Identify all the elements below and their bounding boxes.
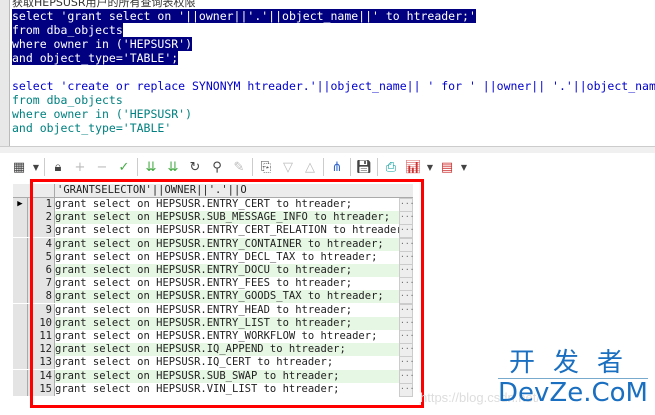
editor-line[interactable]: where owner in ('HEPSUSR')	[12, 107, 192, 121]
row-indicator	[13, 250, 28, 264]
print-icon[interactable]: ⎙	[382, 160, 400, 175]
logo-cn: 开发者	[498, 348, 648, 379]
row-indicator	[13, 277, 28, 291]
editor-line[interactable]: where owner in ('HEPSUSR')	[12, 37, 193, 51]
export-icon[interactable]: ⎘	[257, 160, 275, 175]
grid-icon[interactable]: ▦	[10, 160, 28, 175]
binoculars-icon[interactable]: ⚲	[208, 160, 226, 175]
bar-chart-icon[interactable]: 📊︎	[404, 160, 422, 175]
dropdown-icon[interactable]: ▼	[32, 163, 40, 172]
check-icon[interactable]: ✓	[115, 160, 133, 175]
row-indicator	[13, 303, 28, 317]
row-indicator	[13, 211, 28, 225]
logo: 开发者 DevZe.CoM	[498, 348, 648, 407]
editor-line[interactable]: and object_type='TABLE'	[12, 121, 171, 135]
splitter[interactable]	[0, 146, 655, 153]
row-indicator	[13, 356, 28, 370]
row-indicator	[13, 224, 28, 238]
dropdown-icon[interactable]: ▼	[426, 163, 434, 172]
editor-line[interactable]: and object_type='TABLE';	[12, 51, 179, 65]
row-indicator	[13, 316, 28, 330]
row-indicator	[13, 330, 28, 343]
editor-gutter	[0, 0, 10, 150]
triangle-up-icon[interactable]: △	[301, 160, 319, 175]
fetch-all-icon[interactable]: ⇊	[164, 160, 182, 175]
refresh-icon[interactable]: ↻	[186, 160, 204, 175]
sql-editor[interactable]: 获取HEPSUSR用户的所有查询表权限 select 'grant select…	[12, 0, 655, 145]
row-indicator	[13, 369, 28, 383]
row-indicator: ▶	[13, 198, 28, 211]
editor-line[interactable]: select 'grant select on '||owner||'.'||o…	[12, 9, 476, 23]
row-indicator	[13, 290, 28, 304]
editor-line[interactable]: from dba_objects	[12, 93, 123, 107]
triangle-down-icon[interactable]: ▽	[279, 160, 297, 175]
highlight-box	[30, 179, 424, 408]
tree-icon[interactable]: ⋔	[328, 160, 346, 175]
fetch-next-icon[interactable]: ⇊	[142, 160, 160, 175]
table-icon[interactable]: ▤	[438, 160, 456, 175]
lock-icon[interactable]: 🔒︎	[49, 160, 67, 175]
grid-toolbar: ▦ ▼ 🔒︎ + − ✓ ⇊ ⇊ ↻ ⚲ ✎ ⎘ ▽ △ ⋔ 💾︎ ⎙ 📊︎ ▼ ▤…	[10, 155, 655, 179]
eraser-icon[interactable]: ✎	[230, 160, 248, 175]
dropdown-icon[interactable]: ▼	[460, 163, 468, 172]
editor-line[interactable]: from dba_objects	[12, 23, 123, 37]
row-indicator	[13, 237, 28, 251]
minus-icon[interactable]: −	[93, 160, 111, 175]
row-indicator	[13, 264, 28, 277]
editor-line[interactable]: select 'create or replace SYNONYM htread…	[12, 79, 655, 93]
row-indicator	[13, 343, 28, 357]
logo-en: DevZe.CoM	[498, 378, 648, 408]
save-icon[interactable]: 💾︎	[355, 160, 373, 175]
plus-icon[interactable]: +	[71, 160, 89, 175]
row-indicator	[13, 382, 28, 396]
